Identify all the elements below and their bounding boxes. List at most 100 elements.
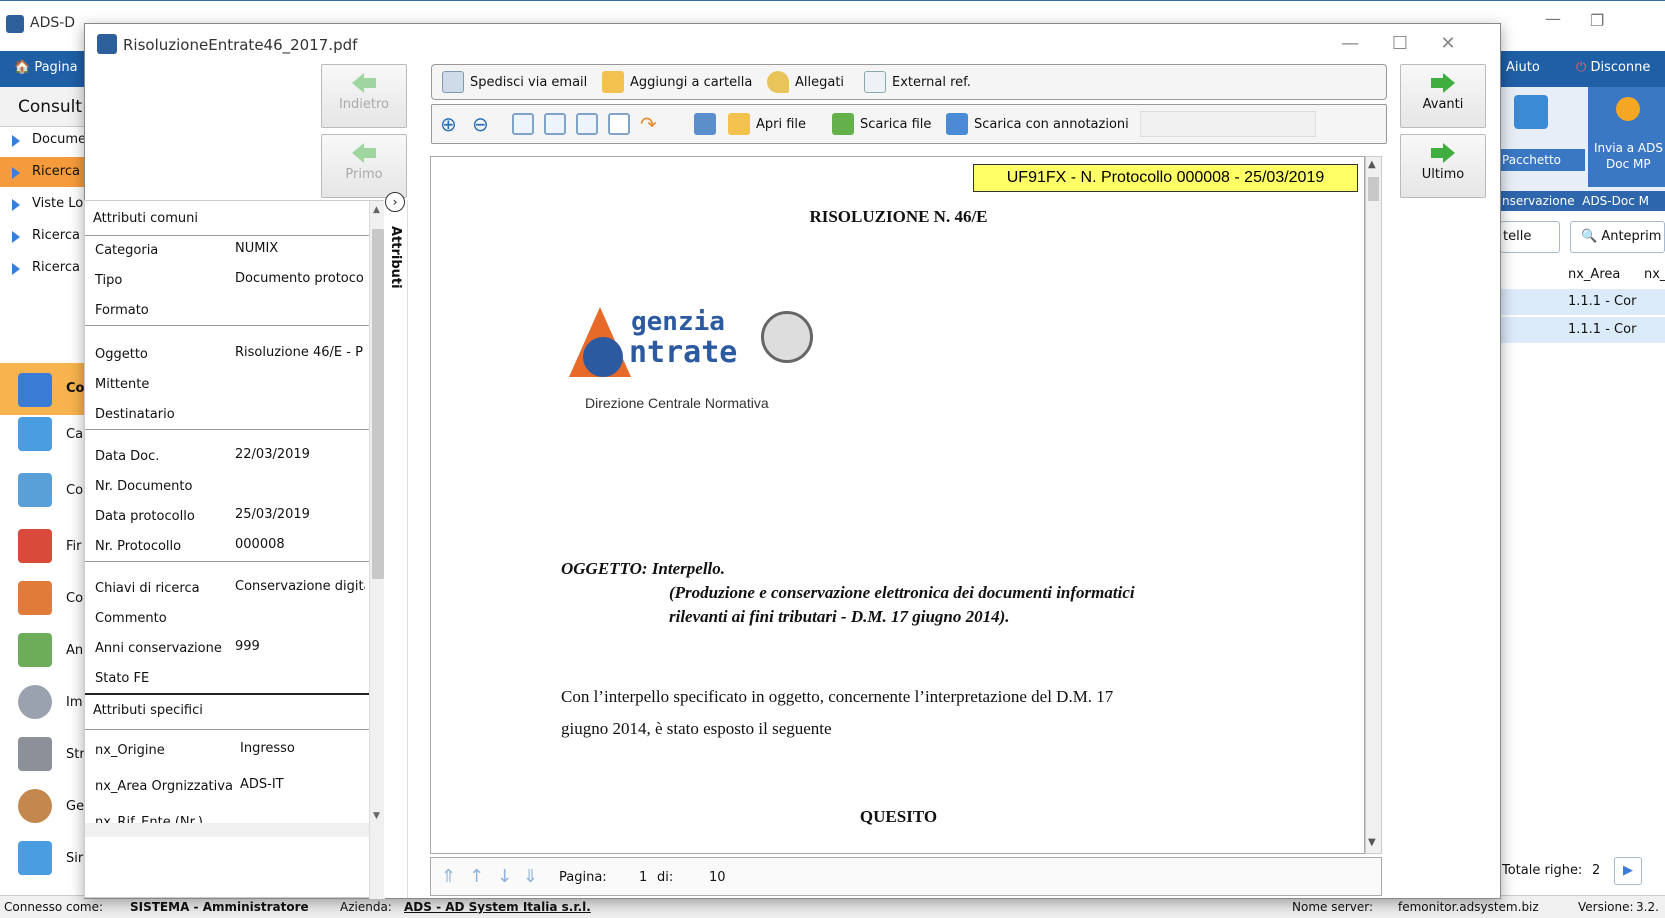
specific-attributes-header: Attributi specifici	[93, 703, 203, 718]
user-icon[interactable]	[18, 789, 52, 823]
external-ref-button[interactable]: External ref.	[864, 65, 971, 99]
azienda-link[interactable]: ADS - AD System Italia s.r.l.	[404, 900, 591, 914]
first-page-icon[interactable]: ⇑	[441, 866, 456, 887]
nav-item-ricerca-2[interactable]: Ricerca	[0, 221, 90, 251]
single-page-button[interactable]	[608, 105, 630, 143]
ribbon-group-labels: nservazione ADS-Doc M	[1500, 191, 1665, 211]
toolbar-search-box[interactable]	[1140, 111, 1316, 137]
conservazione-label: nservazione	[1502, 194, 1575, 208]
grid-header-area: nx_Area	[1568, 267, 1621, 282]
last-page-icon[interactable]: ⇓	[523, 866, 538, 887]
certificate-icon[interactable]	[18, 529, 52, 563]
doc-mp-label: Doc MP	[1606, 157, 1651, 171]
attributes-side-tab[interactable]: › Attributi	[384, 192, 408, 898]
attachments-label: Allegati	[795, 74, 845, 90]
package-icon[interactable]	[1514, 95, 1548, 129]
cartelle-tab[interactable]: telle	[1500, 221, 1560, 253]
attribute-key: Formato	[95, 303, 149, 318]
document-scrollbar[interactable]: ▲ ▼	[1365, 156, 1382, 854]
nav-label: Docume	[32, 132, 87, 147]
maximize-button[interactable]: ☐	[1385, 32, 1415, 56]
attribute-row: Mittente	[95, 369, 365, 399]
cubes-icon[interactable]	[18, 581, 52, 615]
consult-header: Consult	[0, 87, 90, 127]
zoom-out-button[interactable]: ⊖	[472, 105, 489, 143]
attribute-key: Destinatario	[95, 407, 175, 422]
attribute-row: Data Doc. 22/03/2019	[95, 441, 365, 471]
minimize-icon[interactable]: —	[1545, 9, 1561, 28]
page-of-label: di:	[657, 870, 674, 885]
invia-ads-button[interactable]: Invia a ADS Doc MP	[1588, 87, 1665, 187]
help-menu[interactable]: Aiuto	[1506, 60, 1540, 75]
version-label: Versione:	[1578, 900, 1634, 914]
home-menu[interactable]: 🏠 Pagina	[14, 60, 78, 75]
attachments-button[interactable]: Allegati	[767, 65, 844, 99]
scroll-down-icon[interactable]: ▼	[373, 811, 380, 821]
app-title: ADS-D	[30, 15, 76, 31]
arrow-right-icon	[1429, 73, 1457, 93]
fit-width-button[interactable]	[544, 105, 566, 143]
anteprima-tab[interactable]: 🔍 Anteprim	[1570, 221, 1665, 253]
print-button[interactable]	[694, 105, 716, 143]
scroll-up-icon[interactable]: ▲	[1368, 159, 1376, 170]
next-page-icon[interactable]: ↓	[497, 866, 512, 887]
first-button[interactable]: Primo	[321, 134, 407, 198]
nav-label: Viste Lo	[32, 196, 84, 211]
scroll-thumb[interactable]	[1368, 177, 1379, 201]
nav-item-ricerca-3[interactable]: Ricerca	[0, 253, 90, 283]
previous-page-icon[interactable]: ↑	[469, 866, 484, 887]
page-icon	[608, 113, 630, 135]
table-icon[interactable]	[18, 633, 52, 667]
next-page-button[interactable]: ▶	[1614, 857, 1642, 885]
attributes-scrollbar[interactable]: ▲ ▼	[369, 201, 385, 899]
nav-item-ricerca-active[interactable]: Ricerca	[0, 157, 90, 187]
scroll-up-icon[interactable]: ▲	[373, 205, 380, 215]
triangle-icon	[12, 263, 20, 275]
email-button[interactable]: Spedisci via email	[442, 65, 587, 99]
divider	[85, 429, 370, 430]
pacchetto-button[interactable]: Pacchetto	[1500, 149, 1585, 171]
minimize-button[interactable]: —	[1335, 32, 1365, 56]
scroll-down-icon[interactable]: ▼	[1368, 837, 1376, 848]
sync-arrows-icon[interactable]	[18, 841, 52, 875]
table-row[interactable]: 1.1.1 - Cor	[1500, 317, 1665, 343]
rotate-button[interactable]: ↷	[640, 105, 657, 143]
divider	[85, 561, 370, 562]
horizontal-scrollbar[interactable]	[85, 823, 369, 837]
zoom-in-button[interactable]: ⊕	[440, 105, 457, 143]
close-button[interactable]: ✕	[1433, 32, 1463, 56]
attribute-key: Oggetto	[95, 347, 148, 362]
version-value: 3.2.	[1636, 900, 1659, 914]
scroll-thumb[interactable]	[372, 229, 384, 579]
nav-item-viste[interactable]: Viste Lo	[0, 189, 90, 219]
download-button[interactable]: Scarica file	[832, 105, 931, 143]
dialog-title: RisoluzioneEntrate46_2017.pdf	[123, 36, 358, 54]
left-module-active[interactable]: Co	[0, 363, 90, 415]
page-number-input[interactable]: 1	[639, 870, 647, 885]
fit-height-button[interactable]	[576, 105, 598, 143]
tools-icon[interactable]	[18, 737, 52, 771]
download-annotations-icon	[946, 113, 968, 135]
last-label: Ultimo	[1421, 167, 1465, 182]
nav-item-documenti[interactable]: Docume	[0, 125, 90, 155]
fit-page-button[interactable]	[512, 105, 534, 143]
attribute-key: Tipo	[95, 273, 123, 288]
download-annotations-button[interactable]: Scarica con annotazioni	[946, 105, 1129, 143]
collapse-chevron-icon[interactable]: ›	[385, 192, 405, 212]
add-folder-button[interactable]: Aggiungi a cartella	[602, 65, 752, 99]
attribute-key: Stato FE	[95, 671, 150, 686]
gear-icon[interactable]	[18, 685, 52, 719]
attribute-key: Anni conservazione	[95, 641, 222, 656]
disconnect-menu[interactable]: ⏻ Disconne	[1576, 60, 1650, 75]
actions-toolbar: Spedisci via email Aggiungi a cartella A…	[431, 64, 1387, 100]
table-row[interactable]: 1.1.1 - Cor	[1500, 289, 1665, 315]
restore-icon[interactable]: ❐	[1590, 11, 1604, 30]
open-file-button[interactable]: Apri file	[728, 105, 806, 143]
last-button[interactable]: Ultimo	[1400, 134, 1486, 198]
rotate-icon: ↷	[640, 112, 657, 136]
documents-icon[interactable]	[18, 473, 52, 507]
upload-icon[interactable]	[18, 417, 52, 451]
back-button[interactable]: Indietro	[321, 64, 407, 128]
logo-e-shape	[583, 337, 623, 377]
forward-button[interactable]: Avanti	[1400, 64, 1486, 128]
